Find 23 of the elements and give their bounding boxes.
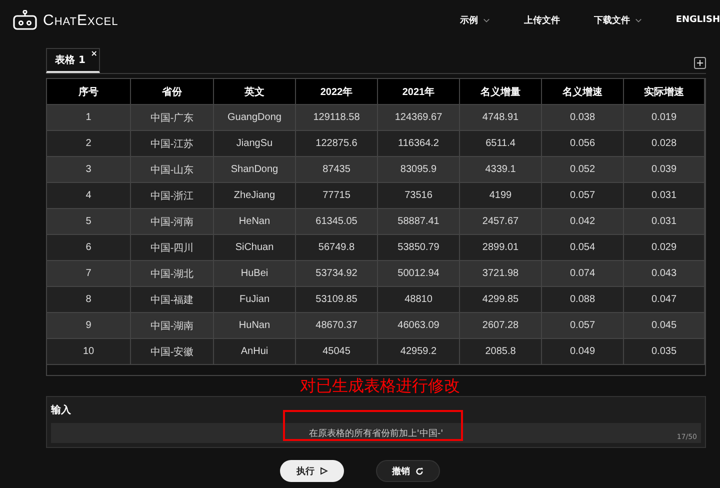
nav-link[interactable]: ENGLISH <box>676 14 720 26</box>
sheet-tab[interactable]: 表格 1 × <box>46 48 100 73</box>
input-label: 输入 <box>51 404 72 417</box>
table-cell: 2085.8 <box>460 339 542 365</box>
table-cell: 42959.2 <box>378 339 460 365</box>
table-cell: 45045 <box>296 339 378 365</box>
undo-button[interactable]: 撤销 <box>376 460 440 482</box>
annotation-text: 对已生成表格进行修改 <box>300 376 460 397</box>
nav-link[interactable]: 上传文件 <box>524 14 560 26</box>
nav-link[interactable]: 示例 <box>460 14 490 26</box>
logo-text: ChatExcel <box>43 12 118 28</box>
close-icon[interactable]: × <box>90 49 98 58</box>
play-icon <box>320 467 328 475</box>
table-cell: 10 <box>47 339 131 365</box>
table-cell: 0.049 <box>542 339 624 365</box>
table-cell: 中国-安徽 <box>131 339 214 365</box>
table-cell: AnHui <box>214 339 296 365</box>
run-button[interactable]: 执行 <box>280 460 344 482</box>
table-cell: 0.035 <box>624 339 705 365</box>
nav-link[interactable]: 下载文件 <box>594 14 642 26</box>
add-icon[interactable] <box>694 57 706 69</box>
undo-icon <box>415 466 424 476</box>
robot-icon <box>13 10 37 30</box>
